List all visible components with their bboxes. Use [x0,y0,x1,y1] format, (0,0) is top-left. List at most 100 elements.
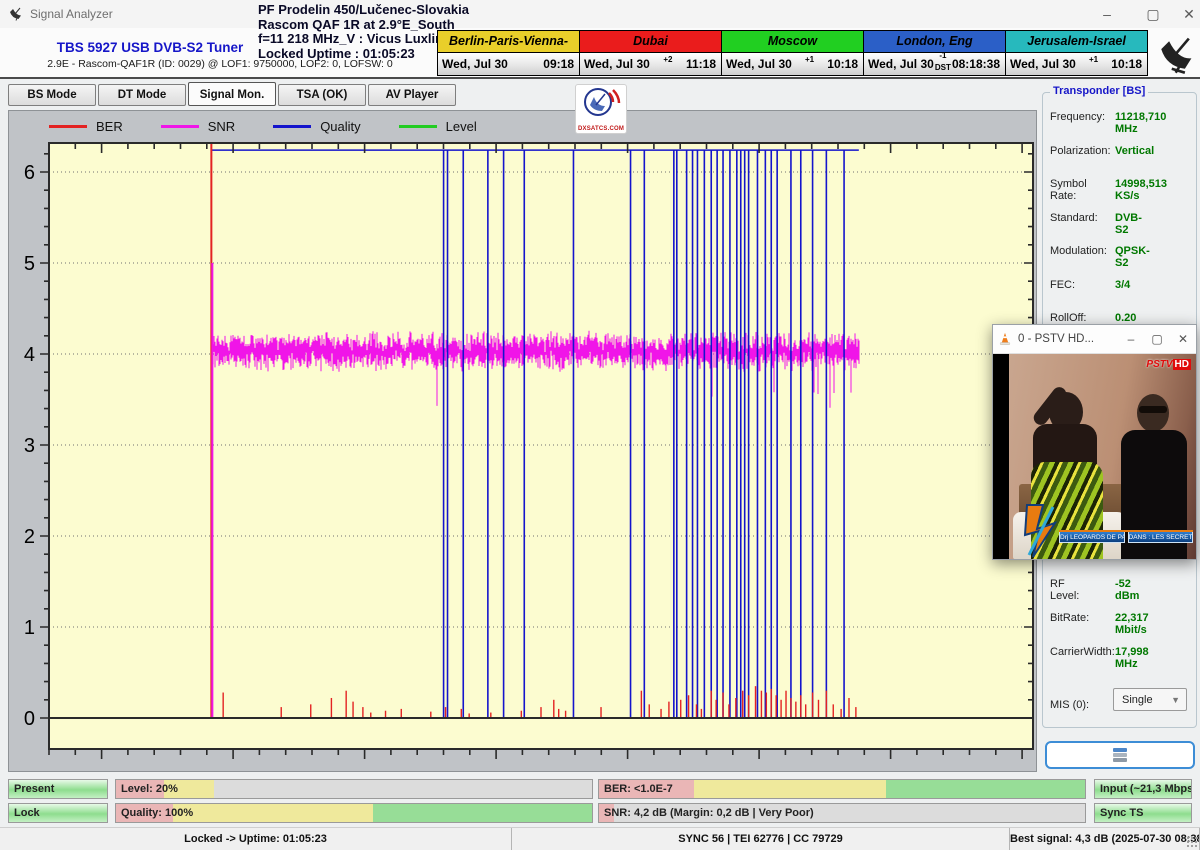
mis-selected-value: Single [1122,694,1153,706]
y-tick-label: 2 [24,526,35,548]
tab-signal-mon-[interactable]: Signal Mon. [188,82,276,106]
legend-label-snr: SNR [208,119,235,134]
field-value: 17,998 MHz [1115,646,1149,670]
vlc-cone-icon [998,332,1012,346]
world-clock-bar: Berlin-Paris-Vienna-Roma Wed, Jul 30 09:18… [437,30,1148,76]
clock-date: Wed, Jul 30 [864,57,934,71]
video-person-right-glasses [1139,406,1167,413]
field-value: 14998,513 KS/s [1115,178,1167,202]
meter-segment [214,780,592,798]
clock-city-label: Jerusalem-Israel [1006,31,1147,53]
input-indicator: Input (~21,3 Mbps) [1094,779,1192,799]
field-label: RF Level: [1050,578,1079,602]
status-uptime: Locked -> Uptime: 01:05:23 [0,828,512,850]
clock-date: Wed, Jul 30 [438,57,508,71]
field-value: 3/4 [1115,279,1130,291]
clock-cell-1: Berlin-Paris-Vienna-Roma Wed, Jul 30 09:18 [437,30,579,76]
clock-city-label: Dubai [580,31,721,53]
legend-swatch-ber [49,125,87,128]
field-label: Standard: [1050,212,1098,224]
site-info-line: PF Prodelin 450/Lučenec-Slovakia [258,3,469,18]
field-value: 11218,710 MHz [1115,111,1166,135]
meter-segment [173,804,373,822]
field-label: Modulation: [1050,245,1107,257]
clock-time-row: Wed, Jul 30-1DST08:18:38 [864,53,1005,75]
vlc-minimize-button[interactable]: – [1118,332,1144,346]
satellite-dish-icon [1156,32,1198,74]
pstv-logo: PSTVHD [1146,359,1191,370]
sync-ts-indicator: Sync TS [1094,803,1192,823]
field-value: 22,317 Mbit/s [1115,612,1149,636]
meter-segment [694,780,886,798]
window-titlebar [0,0,1200,28]
level-meter: Level: 20% [115,779,593,799]
status-bar: Locked -> Uptime: 01:05:23SYNC 56 | TEI … [0,827,1200,850]
maximize-button[interactable]: ▢ [1136,2,1170,26]
clock-cell-5: Jerusalem-IsraelWed, Jul 30+110:18 [1005,30,1148,76]
resize-grip[interactable] [1186,836,1198,848]
clock-city-label: London, Eng [864,31,1005,53]
field-label: Symbol Rate: [1050,178,1087,202]
quality-meter: Quality: 100% [115,803,593,823]
meter-segment [886,780,1085,798]
tab-dt-mode[interactable]: DT Mode [98,84,186,106]
field-label: Frequency: [1050,111,1105,123]
drive-icon [1111,747,1129,763]
meter-segment [373,804,592,822]
clock-utc-offset: +1 [1076,60,1111,68]
signal-monitor-panel: BERSNRQualityLevel 0123456 [8,110,1037,772]
vlc-titlebar[interactable]: 0 - PSTV HD... – ▢ ✕ [993,325,1196,354]
clock-city-label: Berlin-Paris-Vienna-Roma [438,31,579,53]
dxsatcs-logo-graphic [581,85,621,121]
clock-time-value: 10:18 [827,57,863,71]
pstv-hd-badge: HD [1173,359,1191,370]
dxsatcs-logo: DXSATCS.COM [575,84,627,134]
tab-bs-mode[interactable]: BS Mode [8,84,96,106]
video-person-right-head [1137,394,1169,432]
clock-time-row: Wed, Jul 30+110:18 [1006,53,1147,75]
field-value: -52 dBm [1115,578,1139,602]
transponder-groupbox-title: Transponder [BS] [1050,85,1148,97]
video-lower-third: Drj LEOPARDS DE PAPSON DANS : LES SECRET… [1059,530,1193,543]
legend-swatch-level [399,125,437,128]
clock-date: Wed, Jul 30 [1006,57,1076,71]
legend-swatch-snr [161,125,199,128]
quality-meter-label: Quality: 100% [121,804,193,823]
minimize-button[interactable]: – [1090,2,1124,26]
legend-label-level: Level [446,119,477,134]
status-best-signal: Best signal: 4,3 dB (2025-07-30 08:38) [1010,828,1200,850]
channel-bug-icon [1023,503,1059,559]
tab-av-player[interactable]: AV Player [368,84,456,106]
mis-select[interactable]: Single ▼ [1113,688,1187,711]
y-tick-label: 1 [24,617,35,639]
clock-utc-offset: +1 [792,60,827,68]
clock-time-value: 10:18 [1111,57,1147,71]
y-tick-label: 3 [24,435,35,457]
mis-label: MIS (0): [1050,699,1089,711]
present-indicator: Present [8,779,108,799]
clock-time-row: Wed, Jul 30+211:18 [580,53,721,75]
signal-chart: 0123456 [9,137,1038,773]
vlc-video-area[interactable]: PSTVHD Drj LEOPARDS DE PAPSON DANS : LES… [993,354,1196,559]
clock-city-label: Moscow [722,31,863,53]
clock-time-row: Wed, Jul 30+110:18 [722,53,863,75]
legend-label-ber: BER [96,119,123,134]
close-button[interactable]: ✕ [1172,2,1200,26]
sync-ts-indicator-label: Sync TS [1100,804,1143,823]
tab-tsa-ok-[interactable]: TSA (OK) [278,84,366,106]
field-label: CarrierWidth: [1050,646,1115,658]
field-value: DVB-S2 [1115,212,1142,236]
vlc-close-button[interactable]: ✕ [1170,332,1196,346]
clock-cell-4: London, EngWed, Jul 30-1DST08:18:38 [863,30,1005,76]
banner-right-text: DANS : LES SECRETS ((( +243826270247 [1128,532,1194,543]
legend-label-quality: Quality [320,119,360,134]
clock-time-value: 09:18 [543,57,579,71]
app-dish-icon [8,5,24,21]
legend-swatch-quality [273,125,311,128]
vlc-maximize-button[interactable]: ▢ [1144,332,1170,346]
ber-meter: BER: <1.0E-7 [598,779,1086,799]
capture-button[interactable] [1045,741,1195,769]
video-scene: PSTVHD Drj LEOPARDS DE PAPSON DANS : LES… [1009,354,1196,559]
vlc-window: 0 - PSTV HD... – ▢ ✕ PSTVHD Drj LEOPARDS… [992,324,1197,560]
y-tick-label: 4 [24,344,35,366]
